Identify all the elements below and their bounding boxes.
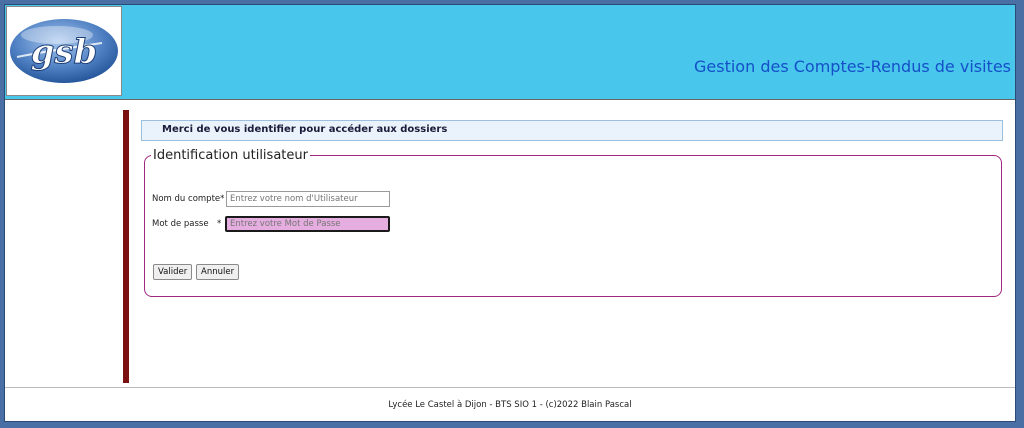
password-input[interactable] xyxy=(225,216,390,232)
fieldset-legend: Identification utilisateur xyxy=(151,148,310,163)
submit-button[interactable]: Valider xyxy=(153,264,193,280)
footer-divider xyxy=(5,387,1015,388)
password-required-marker: * xyxy=(217,219,222,229)
gsb-logo: gsb xyxy=(6,6,122,96)
footer: Lycée Le Castel à Dijon - BTS SIO 1 - (c… xyxy=(388,400,632,410)
cancel-button[interactable]: Annuler xyxy=(196,264,240,280)
svg-text:gsb: gsb xyxy=(31,32,98,72)
login-notice: Merci de vous identifier pour accéder au… xyxy=(141,120,1003,141)
password-label: Mot de passe xyxy=(152,219,209,229)
username-input[interactable] xyxy=(226,191,390,207)
gsb-logo-image: gsb xyxy=(10,19,118,83)
app-title: Gestion des Comptes-Rendus de visites xyxy=(694,57,1011,76)
left-accent-bar xyxy=(123,110,129,383)
header: gsb Gestion des Comptes-Rendus de visite… xyxy=(5,5,1015,100)
username-label: Nom du compte* xyxy=(152,194,225,204)
app-window: gsb Gestion des Comptes-Rendus de visite… xyxy=(4,4,1016,422)
